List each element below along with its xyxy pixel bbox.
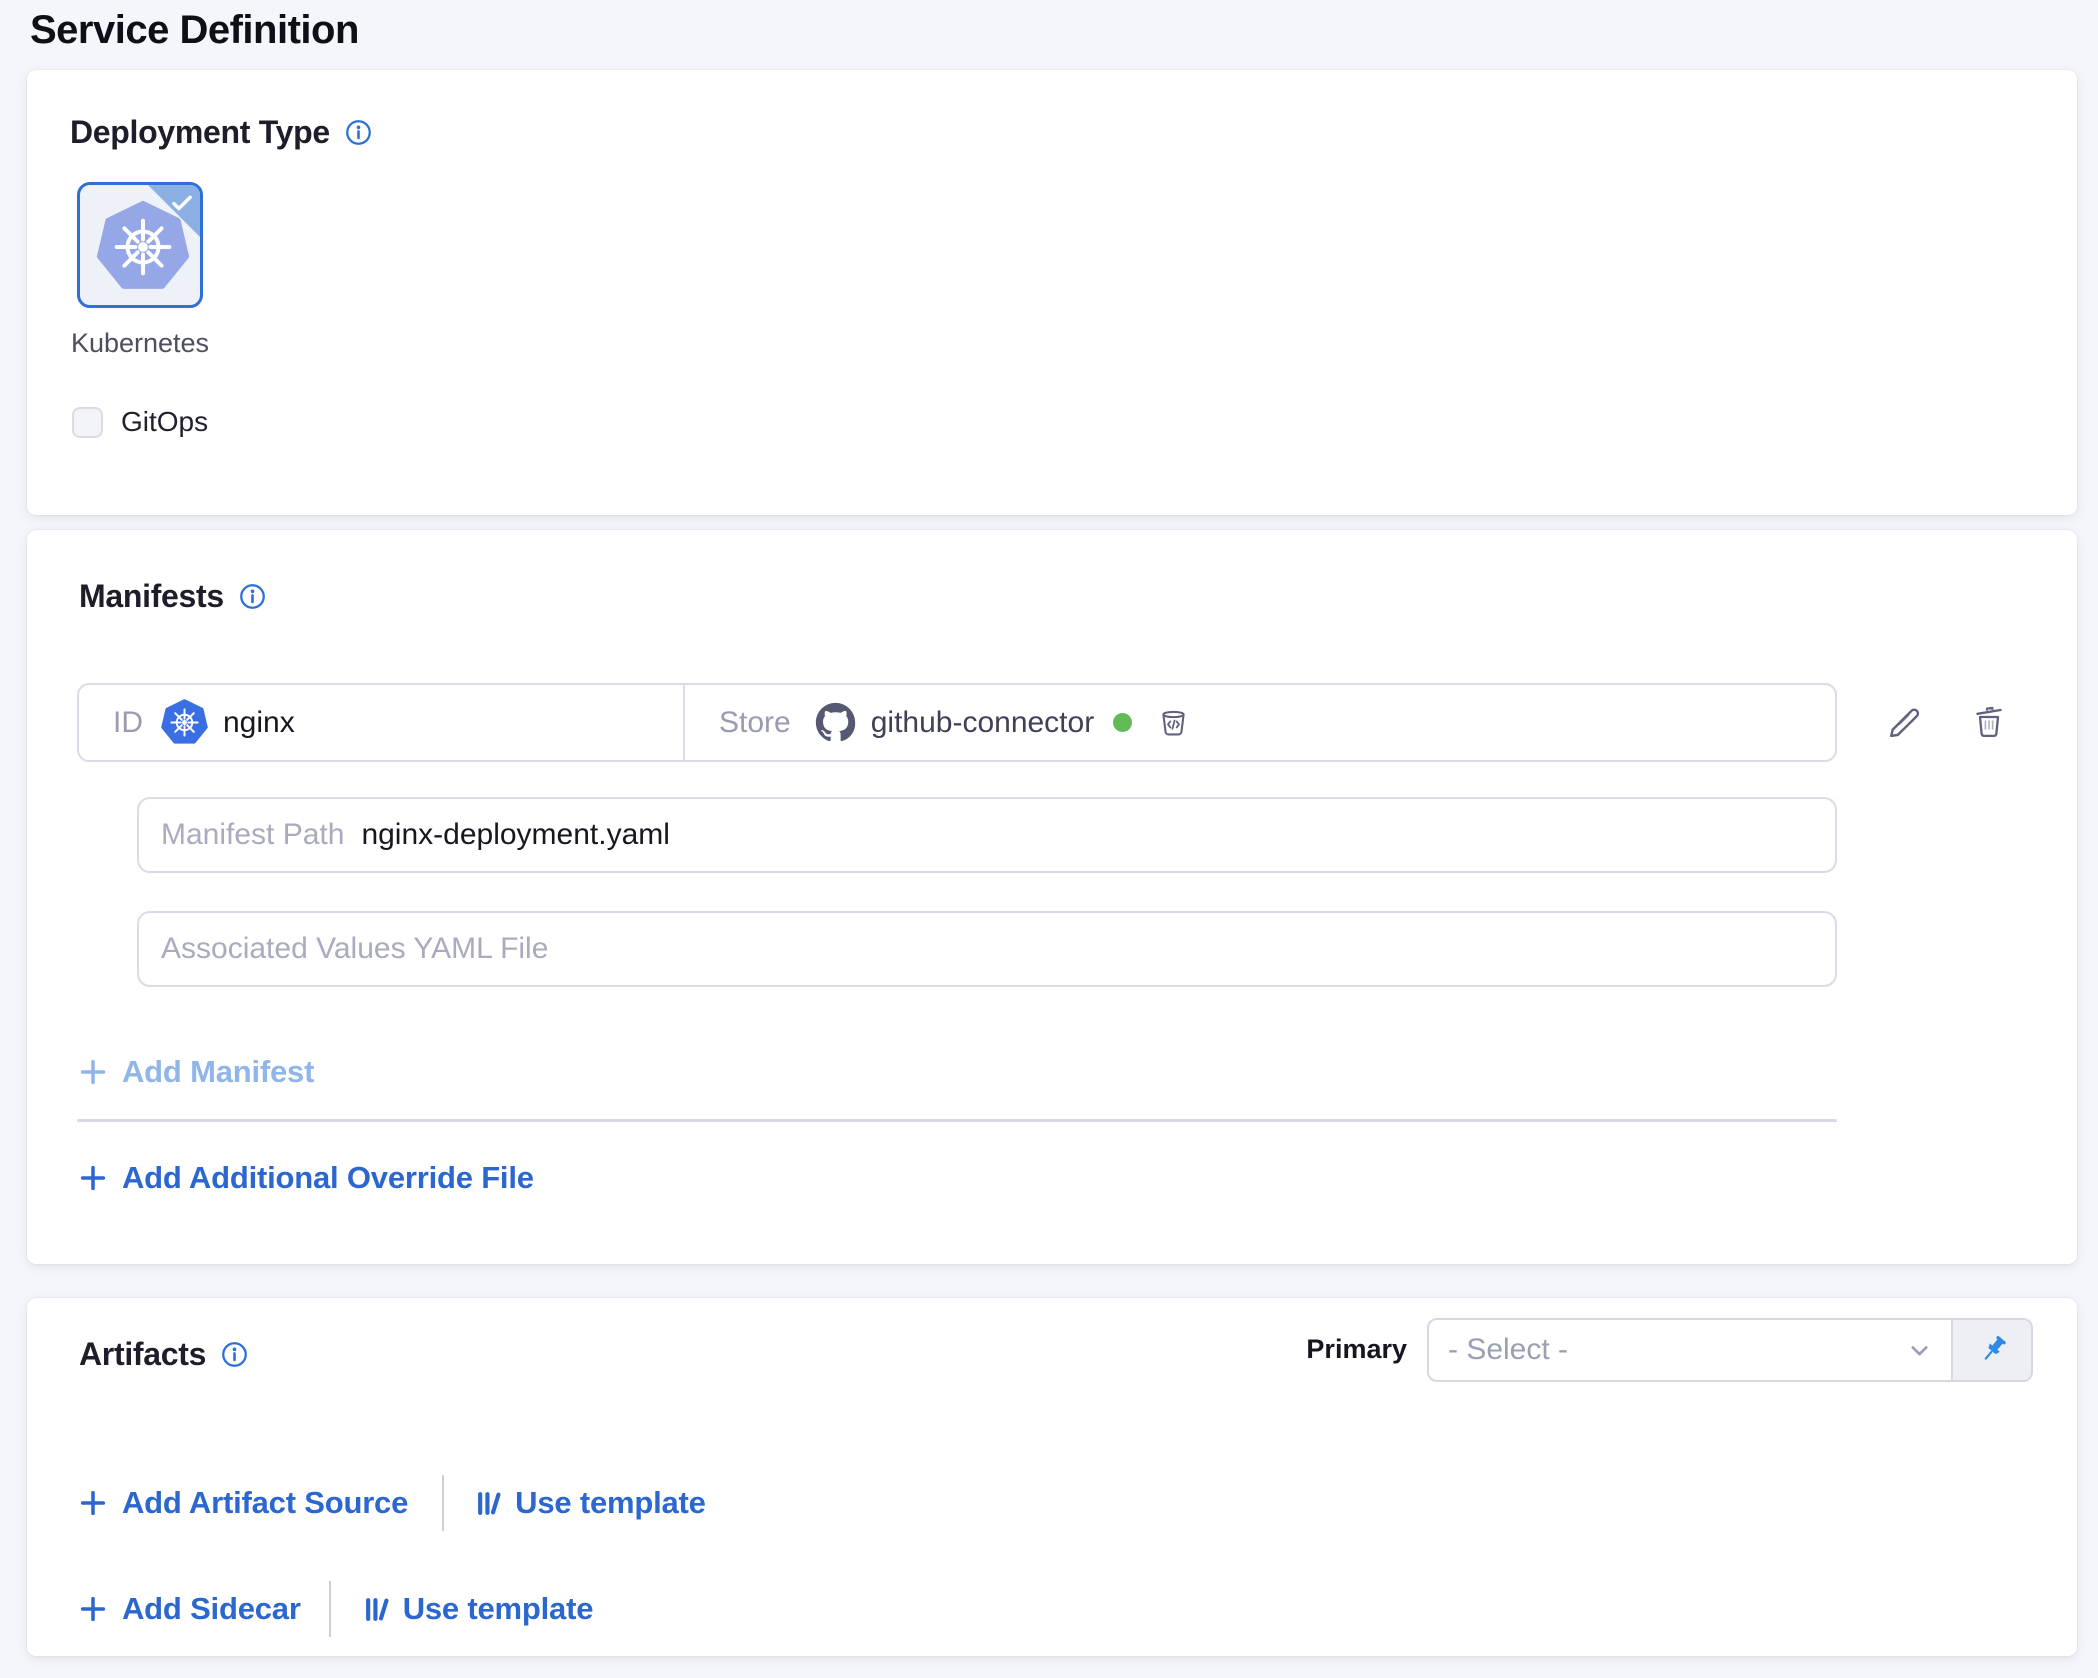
values-yaml-input[interactable]: Associated Values YAML File <box>137 911 1837 987</box>
kubernetes-tile-label: Kubernetes <box>69 328 211 359</box>
add-artifact-source-button[interactable]: Add Artifact Source <box>79 1485 408 1521</box>
manifests-divider <box>77 1119 1837 1122</box>
pencil-icon <box>1886 703 1924 741</box>
check-icon <box>169 190 195 216</box>
template-library-icon <box>364 1596 391 1623</box>
plus-icon <box>79 1164 107 1192</box>
add-override-file-label: Add Additional Override File <box>122 1160 534 1196</box>
use-template-label: Use template <box>515 1485 706 1521</box>
info-icon[interactable] <box>345 119 372 146</box>
info-icon[interactable] <box>239 583 266 610</box>
use-template-sidecar-button[interactable]: Use template <box>364 1591 594 1627</box>
deployment-type-kubernetes-tile[interactable] <box>77 182 203 308</box>
deployment-type-card: Deployment Type Kubernetes GitOps <box>27 70 2077 515</box>
manifest-store-label: Store <box>719 706 791 740</box>
delete-manifest-button[interactable] <box>1967 700 2011 744</box>
manifest-row[interactable]: ID nginx Store github-connector <box>77 683 1837 762</box>
manifest-path-label: Manifest Path <box>161 818 344 852</box>
artifacts-heading: Artifacts <box>79 1336 206 1373</box>
manifest-store-value: github-connector <box>871 706 1094 740</box>
primary-artifact-label: Primary <box>1282 1334 1407 1365</box>
info-icon[interactable] <box>221 1341 248 1368</box>
links-divider <box>329 1581 331 1637</box>
manifest-id-label: ID <box>113 706 143 740</box>
add-manifest-label: Add Manifest <box>122 1054 314 1090</box>
pin-primary-button[interactable] <box>1951 1320 2031 1380</box>
manifests-card: Manifests ID nginx Store github-connecto… <box>27 530 2077 1264</box>
github-icon <box>815 702 856 743</box>
use-template-artifact-button[interactable]: Use template <box>476 1485 706 1521</box>
primary-select-value: - Select - <box>1448 1333 1568 1367</box>
primary-artifact-control: - Select - <box>1427 1318 2033 1382</box>
edit-manifest-button[interactable] <box>1883 700 1927 744</box>
gitops-label: GitOps <box>121 406 208 438</box>
template-library-icon <box>476 1490 503 1517</box>
gitops-toggle-row[interactable]: GitOps <box>72 406 208 438</box>
artifacts-card: Artifacts Primary - Select - Add Art <box>27 1298 2077 1656</box>
links-divider <box>442 1475 444 1531</box>
manifest-path-value: nginx-deployment.yaml <box>361 818 669 852</box>
manifest-store-section: Store github-connector <box>683 685 1835 760</box>
add-artifact-source-label: Add Artifact Source <box>122 1485 408 1521</box>
plus-icon <box>79 1489 107 1517</box>
manifest-id-value: nginx <box>223 706 295 740</box>
page-title: Service Definition <box>30 8 359 53</box>
pin-icon <box>1975 1333 2010 1368</box>
use-template-label: Use template <box>403 1591 594 1627</box>
code-store-icon[interactable] <box>1157 706 1190 739</box>
gitops-checkbox[interactable] <box>72 407 103 438</box>
primary-artifact-select[interactable]: - Select - <box>1429 1320 1951 1380</box>
chevron-down-icon <box>1904 1335 1935 1366</box>
deployment-type-heading: Deployment Type <box>70 114 330 151</box>
add-manifest-button[interactable]: Add Manifest <box>79 1054 314 1090</box>
trash-icon <box>1971 703 2007 741</box>
values-yaml-placeholder: Associated Values YAML File <box>161 932 548 966</box>
add-override-file-button[interactable]: Add Additional Override File <box>79 1160 534 1196</box>
add-sidecar-button[interactable]: Add Sidecar <box>79 1591 301 1627</box>
manifest-id-section: ID nginx <box>79 685 683 760</box>
manifest-path-input[interactable]: Manifest Path nginx-deployment.yaml <box>137 797 1837 873</box>
kubernetes-icon <box>161 699 208 746</box>
plus-icon <box>79 1058 107 1086</box>
plus-icon <box>79 1595 107 1623</box>
manifests-heading: Manifests <box>79 578 224 615</box>
connector-status-dot <box>1113 713 1132 732</box>
add-sidecar-label: Add Sidecar <box>122 1591 301 1627</box>
